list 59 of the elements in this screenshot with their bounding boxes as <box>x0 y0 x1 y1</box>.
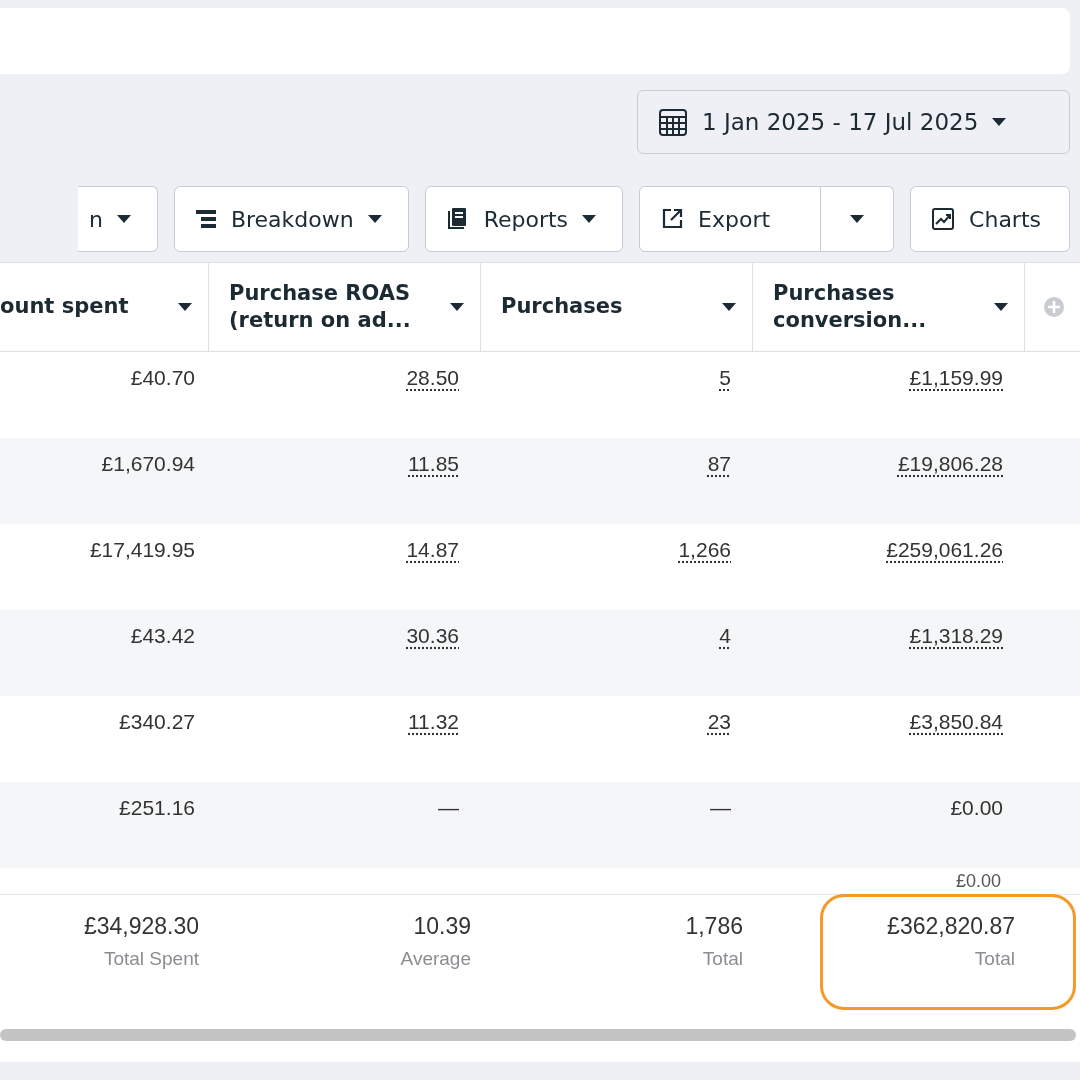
table-cell: — <box>710 796 731 819</box>
metric-link[interactable]: 11.85 <box>408 452 459 475</box>
metric-link[interactable]: 11.32 <box>408 710 459 733</box>
total-value: £34,928.30 <box>83 913 199 940</box>
metric-link[interactable]: 23 <box>707 710 731 733</box>
metric-link[interactable]: £3,850.84 <box>909 710 1003 733</box>
calendar-icon <box>658 107 688 137</box>
caret-icon <box>582 214 597 224</box>
metric-link[interactable]: £1,318.29 <box>909 624 1003 647</box>
metric-link[interactable]: 1,266 <box>678 538 731 561</box>
metric-link[interactable]: 4 <box>719 624 731 647</box>
total-value: 10.39 <box>413 913 471 940</box>
table-cell: £1,670.94 <box>101 452 195 475</box>
caret-icon <box>992 117 1007 127</box>
caret-icon <box>450 302 464 312</box>
toolbar-button[interactable]: n <box>77 186 158 252</box>
total-label: Average <box>400 948 471 970</box>
caret-icon <box>178 302 192 312</box>
metric-link[interactable]: £259,061.26 <box>886 538 1003 561</box>
total-value: 1,786 <box>685 913 743 940</box>
metric-link[interactable]: 30.36 <box>406 624 459 647</box>
export-button[interactable]: Export <box>639 186 822 252</box>
column-header[interactable]: Purchases <box>481 263 753 351</box>
column-header[interactable]: Purchases conversion... <box>753 263 1025 351</box>
caret-icon <box>367 214 382 224</box>
breakdown-button[interactable]: Breakdown <box>173 186 409 252</box>
column-header[interactable]: Purchase ROAS (return on ad... <box>209 263 481 351</box>
table-cell: £43.42 <box>130 624 195 647</box>
table-cell: £40.70 <box>130 366 195 389</box>
column-header[interactable]: ount spent <box>0 263 209 351</box>
caret-icon <box>850 214 865 224</box>
add-column-icon[interactable] <box>1043 296 1065 318</box>
date-range-button[interactable]: 1 Jan 2025 - 17 Jul 2025 <box>637 90 1070 154</box>
total-label: Total <box>702 948 743 970</box>
table-cell: £0.00 <box>950 796 1003 819</box>
metric-link[interactable]: 14.87 <box>406 538 459 561</box>
metric-link[interactable]: 28.50 <box>406 366 459 389</box>
total-value: £362,820.87 <box>887 913 1015 940</box>
caret-icon <box>994 302 1008 312</box>
breakdown-icon <box>194 208 217 230</box>
line-chart-icon <box>931 207 956 231</box>
caret-icon <box>116 214 131 224</box>
metric-link[interactable]: 5 <box>719 366 731 389</box>
table-cell: £0.00 <box>955 871 1001 891</box>
table-cell: — <box>438 796 459 819</box>
table-cell: £340.27 <box>119 710 195 733</box>
total-label: Total <box>974 948 1015 970</box>
metric-link[interactable]: 87 <box>707 452 731 475</box>
export-icon <box>660 207 685 231</box>
table-cell: £251.16 <box>119 796 195 819</box>
table-cell: £17,419.95 <box>89 538 195 561</box>
metric-link[interactable]: £1,159.99 <box>909 366 1003 389</box>
caret-icon <box>722 302 736 312</box>
scrollbar[interactable] <box>0 1029 1076 1041</box>
reports-button[interactable]: Reports <box>424 186 624 252</box>
export-menu-button[interactable] <box>821 186 895 252</box>
total-label: Total Spent <box>103 948 199 970</box>
metric-link[interactable]: £19,806.28 <box>897 452 1003 475</box>
charts-button[interactable]: Charts <box>910 186 1070 252</box>
